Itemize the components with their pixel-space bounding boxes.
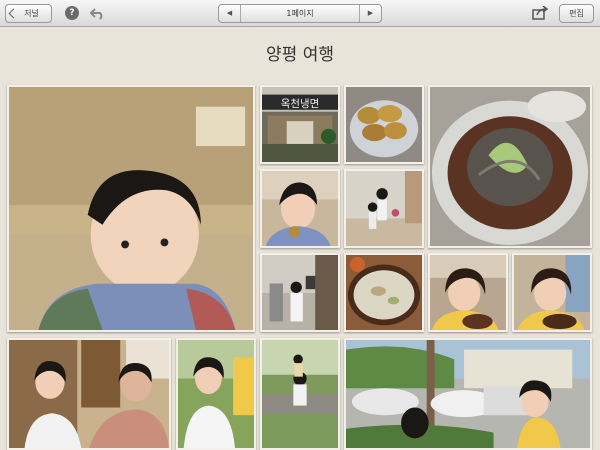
photo-soup-bowl[interactable]: [344, 253, 424, 332]
photo-kids-running[interactable]: [344, 169, 424, 248]
photo-boy-eating[interactable]: [260, 169, 340, 248]
page-navigator: ◀ 1페이지 ▶: [218, 4, 382, 23]
photo-pancakes[interactable]: [344, 85, 424, 164]
journal-title: 양평 여행: [266, 45, 334, 65]
undo-icon[interactable]: [90, 6, 106, 20]
page-label[interactable]: 1페이지: [241, 5, 359, 22]
photo-boy-bench[interactable]: [260, 338, 340, 450]
toolbar: 저널 ? ◀ 1페이지 ▶ 편집: [0, 0, 600, 27]
photo-parking-lot-girl[interactable]: [344, 338, 592, 450]
previous-page-button[interactable]: ◀: [219, 5, 241, 22]
photo-boy-and-father[interactable]: [7, 338, 171, 450]
next-page-button[interactable]: ▶: [359, 5, 381, 22]
photo-restaurant-storefront[interactable]: 옥천냉면: [260, 85, 340, 164]
help-icon[interactable]: ?: [65, 6, 79, 20]
back-to-journals-button[interactable]: 저널: [5, 4, 52, 23]
photo-girl-eating-2[interactable]: [512, 253, 592, 332]
photo-cold-noodles[interactable]: [428, 85, 592, 248]
photo-boy-outdoors[interactable]: [176, 338, 256, 450]
photo-boy-portrait[interactable]: [7, 85, 255, 332]
photo-kid-indoors[interactable]: [260, 253, 340, 332]
edit-button[interactable]: 편집: [559, 4, 594, 23]
photo-girl-eating[interactable]: [428, 253, 508, 332]
restaurant-sign: 옥천냉면: [281, 98, 319, 110]
share-icon[interactable]: [532, 6, 548, 20]
